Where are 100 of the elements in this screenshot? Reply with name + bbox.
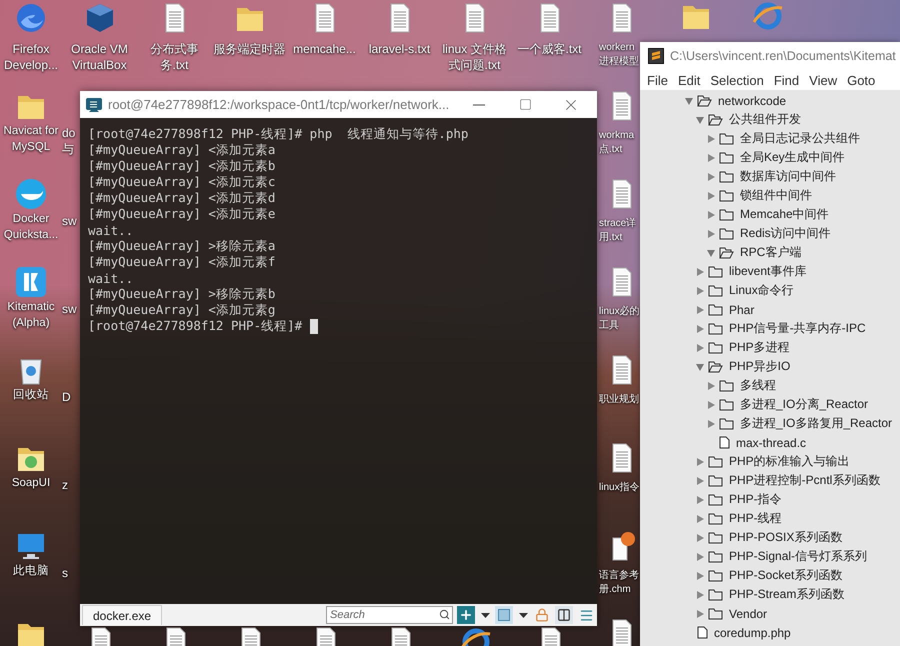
expand-arrow-icon[interactable]	[695, 532, 705, 542]
expand-arrow-icon[interactable]	[695, 514, 705, 524]
menu-item[interactable]: Selection	[705, 70, 769, 90]
folder-name[interactable]: PHP信号量-共享内存-IPC	[729, 320, 866, 337]
desktop-icon-label[interactable]: z	[62, 477, 78, 493]
folder-icon	[719, 380, 734, 392]
desktop-shortcut[interactable]: linux指令	[599, 440, 640, 528]
expand-arrow-icon[interactable]	[706, 380, 716, 390]
folder-name[interactable]: 公共组件开发	[729, 111, 801, 128]
lock-icon	[535, 608, 549, 622]
folder-name[interactable]: PHP异步IO	[729, 358, 790, 375]
expand-arrow-icon[interactable]	[706, 210, 716, 220]
file-icon	[719, 436, 730, 449]
menu-item[interactable]: Find	[768, 70, 804, 90]
folder-icon	[708, 570, 723, 582]
new-console-button[interactable]	[457, 606, 475, 624]
expand-arrow-icon[interactable]	[695, 552, 705, 562]
desktop-shortcut[interactable]: workma 点.txt	[599, 88, 640, 176]
expand-arrow-icon[interactable]	[695, 342, 705, 352]
folder-name[interactable]: Vendor	[729, 606, 768, 620]
desktop-shortcut[interactable]: 分布式事务.txt	[137, 0, 212, 88]
folder-name[interactable]: networkcode	[718, 94, 786, 108]
folder-name[interactable]: PHP进程控制-Pcntl系列函数	[729, 472, 880, 489]
folder-name[interactable]: PHP多进程	[729, 339, 790, 356]
expand-arrow-icon[interactable]	[695, 590, 705, 600]
collapse-arrow-icon[interactable]	[706, 248, 716, 258]
expand-arrow-icon[interactable]	[695, 266, 705, 276]
folder-name[interactable]: 多进程_IO多路复用_Reactor	[740, 415, 892, 432]
desktop-icon-label[interactable]: sw	[62, 301, 78, 317]
folder-name[interactable]: 多进程_IO分离_Reactor	[740, 396, 868, 413]
menu-item[interactable]: File	[642, 70, 673, 90]
split-view-button[interactable]	[555, 606, 573, 624]
expand-arrow-icon[interactable]	[695, 304, 705, 314]
desktop-shortcut[interactable]: 语言参考册.chm	[599, 528, 640, 616]
collapse-arrow-icon[interactable]	[684, 96, 694, 106]
folder-name[interactable]: 全局日志记录公共组件	[740, 130, 860, 147]
desktop-shortcut[interactable]: 服务端定时器	[212, 0, 287, 88]
folder-name[interactable]: libevent事件库	[729, 263, 806, 280]
folder-name[interactable]: Phar	[729, 302, 754, 316]
expand-arrow-icon[interactable]	[706, 400, 716, 410]
menu-item[interactable]: Edit	[672, 70, 706, 90]
expand-arrow-icon[interactable]	[695, 324, 705, 334]
desktop-shortcut[interactable]: 职业规划	[599, 352, 640, 440]
desktop-shortcut[interactable]: 此电脑	[0, 528, 62, 616]
desktop-shortcut[interactable]: Firefox Develop...	[0, 0, 62, 88]
expand-arrow-icon[interactable]	[706, 134, 716, 144]
expand-arrow-icon[interactable]	[706, 190, 716, 200]
desktop-shortcut[interactable]: Oracle VM VirtualBox	[62, 0, 137, 88]
expand-arrow-icon[interactable]	[695, 456, 705, 466]
folder-name[interactable]: PHP-Socket系列函数	[729, 567, 842, 584]
desktop-shortcut[interactable]: 回收站	[0, 352, 62, 440]
desktop-shortcut[interactable]: Kitematic (Alpha)	[0, 264, 62, 352]
desktop-icon-label[interactable]: sw	[62, 213, 78, 229]
menu-item[interactable]: View	[804, 70, 842, 90]
desktop-shortcut[interactable]: linux必的工具	[599, 264, 640, 352]
desktop-icon-label[interactable]: D	[62, 389, 78, 405]
expand-arrow-icon[interactable]	[706, 418, 716, 428]
folder-icon	[708, 322, 723, 334]
folder-name[interactable]: Memcahe中间件	[740, 206, 829, 223]
folder-name[interactable]: PHP的标准输入与输出	[729, 453, 850, 470]
expand-arrow-icon[interactable]	[695, 494, 705, 504]
folder-name[interactable]: PHP-Signal-信号灯系系列	[729, 548, 868, 565]
desktop-shortcut[interactable]: 一个威客.txt	[512, 0, 587, 88]
folder-name[interactable]: PHP-线程	[729, 510, 782, 527]
folder-name[interactable]: 多线程	[740, 377, 776, 394]
folder-name[interactable]: PHP-指令	[729, 491, 782, 508]
desktop-shortcut[interactable]: memcahe...	[287, 0, 362, 88]
desktop-shortcut[interactable]: strace详用.txt	[599, 176, 640, 264]
folder-name[interactable]: PHP-POSIX系列函数	[729, 529, 842, 546]
file-icon	[697, 626, 708, 639]
terminal-line: [#myQueueArray] <添加元素f	[88, 254, 276, 270]
folder-name[interactable]: 数据库访问中间件	[740, 168, 836, 185]
collapse-arrow-icon[interactable]	[695, 362, 705, 372]
expand-arrow-icon[interactable]	[706, 152, 716, 162]
search-field[interactable]: Search	[326, 606, 453, 624]
desktop-shortcut[interactable]: Navicat for MySQL	[0, 88, 62, 176]
file-name[interactable]: max-thread.c	[736, 436, 806, 450]
desktop-shortcut[interactable]: linux 文件格式问题.txt	[437, 0, 512, 88]
folder-icon	[719, 398, 734, 410]
desktop-shortcut[interactable]: Docker Quicksta...	[0, 176, 62, 264]
desktop-shortcut[interactable]: SoapUI	[0, 440, 62, 528]
expand-arrow-icon[interactable]	[695, 476, 705, 486]
folder-name[interactable]: Redis访问中间件	[740, 225, 831, 242]
expand-arrow-icon[interactable]	[695, 570, 705, 580]
collapse-arrow-icon[interactable]	[695, 114, 705, 124]
folder-name[interactable]: 全局Key生成中间件	[740, 149, 845, 166]
expand-arrow-icon[interactable]	[695, 286, 705, 296]
file-name[interactable]: coredump.php	[714, 626, 791, 640]
expand-arrow-icon[interactable]	[706, 172, 716, 182]
folder-name[interactable]: Linux命令行	[729, 282, 794, 299]
desktop-icon-label[interactable]: do 与	[62, 125, 78, 157]
expand-arrow-icon[interactable]	[695, 608, 705, 618]
folder-name[interactable]: RPC客户端	[740, 244, 802, 261]
expand-arrow-icon[interactable]	[706, 228, 716, 238]
folder-name[interactable]: 锁组件中间件	[740, 187, 812, 204]
menu-item[interactable]: Goto	[842, 70, 880, 90]
desktop-shortcut[interactable]: workern 进程模型	[599, 0, 640, 88]
desktop-icon-label[interactable]: s	[62, 565, 78, 581]
console-tab[interactable]: docker.exe	[82, 605, 162, 625]
folder-name[interactable]: PHP-Stream系列函数	[729, 586, 844, 603]
